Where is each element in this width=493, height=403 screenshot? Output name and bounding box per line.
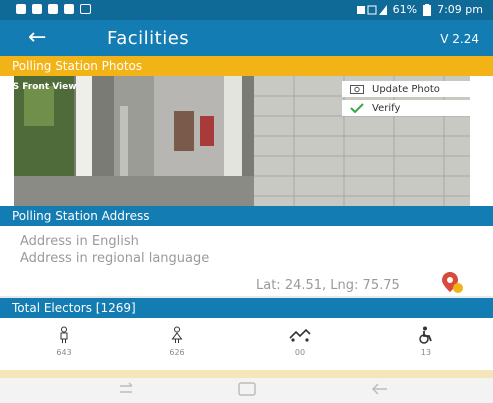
photo-area: PS Front View Update Photo Verify (0, 76, 493, 206)
third-gender-count: 00 (294, 348, 306, 357)
female-icon (171, 326, 183, 343)
verify-label: Verify (372, 102, 401, 114)
status-indicators: 61% 7:09 pm (356, 3, 483, 16)
electors-male: 643 (34, 326, 94, 357)
notification-icons (16, 4, 91, 14)
map-pin-icon[interactable] (440, 270, 464, 294)
male-icon (60, 326, 68, 343)
male-count: 643 (56, 348, 72, 357)
battery-icon (423, 3, 432, 16)
address-section-header: Polling Station Address (0, 206, 493, 226)
page-title: Facilities (107, 28, 190, 49)
electors-female: 626 (147, 326, 207, 357)
verify-button[interactable]: Verify (342, 100, 470, 116)
lat-lng: Lat: 24.51, Lng: 75.75 (256, 278, 400, 293)
recent-apps-icon[interactable] (118, 382, 134, 400)
wheelchair-icon (419, 326, 432, 344)
home-button-icon[interactable] (238, 382, 256, 400)
checkmark-icon (350, 103, 364, 113)
battery-percent: 61% (392, 3, 418, 16)
electors-header: Total Electors [1269] (0, 298, 493, 318)
bottom-strip (0, 370, 493, 378)
electors-third-gender: 00 (270, 326, 330, 357)
electors-title: Total Electors [1269] (12, 301, 136, 315)
clock: 7:09 pm (437, 3, 483, 16)
signal-icon (356, 4, 387, 15)
notification-icon (48, 4, 58, 14)
camera-icon (350, 85, 364, 94)
system-nav-bar (0, 378, 493, 403)
female-count: 626 (169, 348, 185, 357)
notification-icon (80, 4, 91, 14)
photos-section-header: Polling Station Photos (0, 56, 493, 76)
address-english: Address in English (20, 234, 139, 249)
app-version: V 2.24 (440, 32, 479, 46)
third-gender-icon (289, 328, 311, 342)
update-photo-button[interactable]: Update Photo (342, 81, 470, 97)
address-section-title: Polling Station Address (12, 209, 150, 223)
notification-icon (32, 4, 42, 14)
app-toolbar: ← Facilities V 2.24 (0, 20, 493, 56)
notification-icon (64, 4, 74, 14)
back-arrow-icon[interactable]: ← (28, 27, 46, 49)
back-button-icon[interactable] (370, 382, 388, 400)
address-regional: Address in regional language (20, 251, 210, 266)
status-bar: 61% 7:09 pm (0, 0, 493, 20)
update-photo-label: Update Photo (372, 83, 440, 95)
electors-disabled: 13 (396, 326, 456, 357)
notification-icon (16, 4, 26, 14)
photo-label: PS Front View (6, 82, 77, 92)
photos-section-title: Polling Station Photos (12, 59, 143, 73)
disabled-count: 13 (420, 348, 432, 357)
